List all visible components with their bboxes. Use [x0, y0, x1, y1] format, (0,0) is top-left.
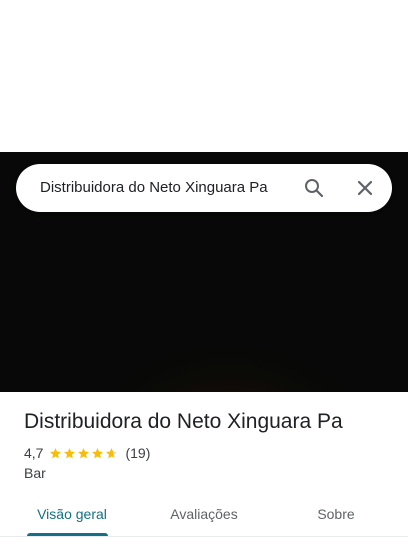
- close-icon: [357, 180, 373, 196]
- tab-about[interactable]: Sobre: [296, 492, 376, 536]
- tab-reviews[interactable]: Avaliações: [152, 492, 256, 536]
- star-icon: [78, 447, 90, 458]
- place-category[interactable]: Bar: [24, 464, 46, 482]
- close-button[interactable]: [353, 176, 377, 200]
- tabs-divider: [0, 536, 408, 537]
- place-tabs: Visão geral Avaliações Sobre: [0, 492, 408, 536]
- tab-overview[interactable]: Visão geral: [24, 492, 120, 536]
- review-count[interactable]: (19): [125, 445, 150, 461]
- top-blank-area: [0, 0, 408, 152]
- search-input[interactable]: Distribuidora do Neto Xinguara Pa: [40, 178, 280, 198]
- star-icon: [64, 447, 76, 458]
- star-icon: [92, 447, 104, 458]
- rating-row[interactable]: 4,7 (19): [24, 443, 150, 463]
- place-title: Distribuidora do Neto Xinguara Pa: [24, 410, 343, 433]
- search-icon: [305, 179, 324, 198]
- search-box[interactable]: Distribuidora do Neto Xinguara Pa: [16, 164, 392, 212]
- rating-value: 4,7: [24, 445, 44, 461]
- search-button[interactable]: [302, 176, 326, 200]
- star-icon: [50, 447, 62, 458]
- star-rating: [49, 447, 119, 460]
- star-icon: [106, 447, 118, 458]
